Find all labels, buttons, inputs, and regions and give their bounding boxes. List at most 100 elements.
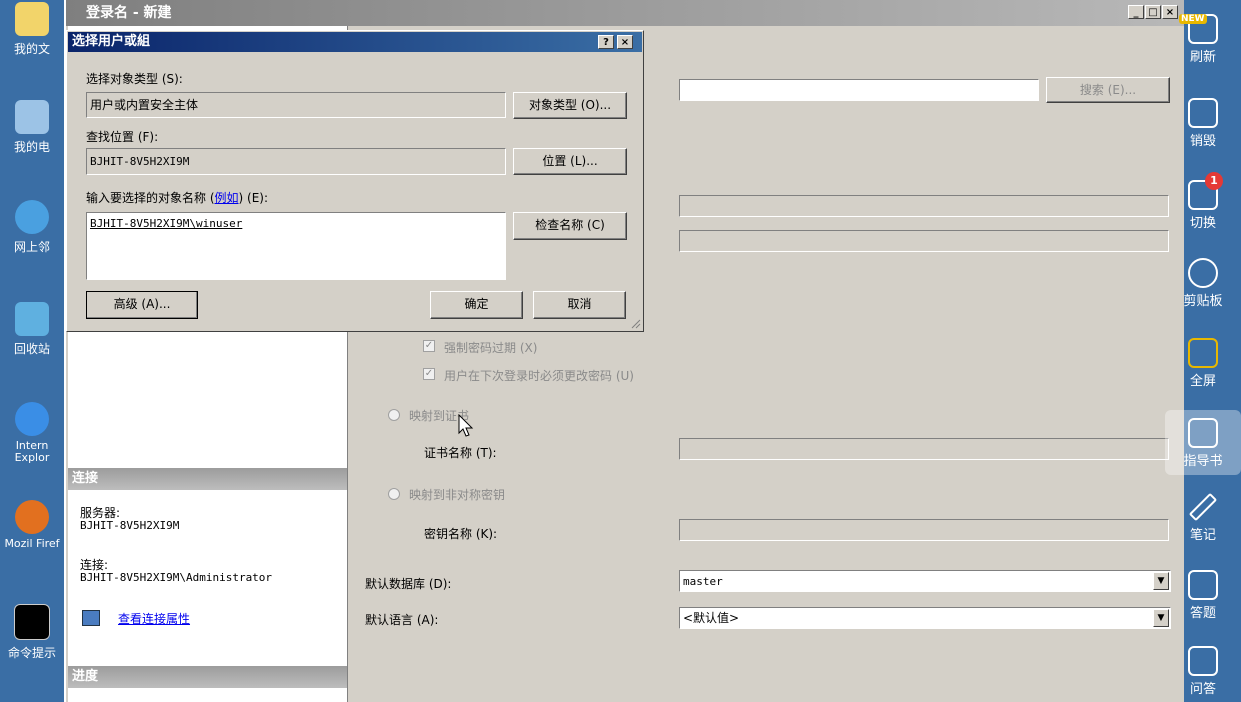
resize-grip-icon[interactable] xyxy=(629,317,641,329)
sidebar-item-notes[interactable]: 笔记 xyxy=(1165,492,1241,543)
certificate-name-label: 证书名称 (T): xyxy=(424,446,497,460)
window-title: 登录名 - 新建 xyxy=(86,5,172,21)
answer-icon xyxy=(1188,570,1218,600)
sidebar-item-label: 问答 xyxy=(1189,682,1216,697)
computer-icon xyxy=(15,100,49,134)
desktop-icon-label: Mozil Firef xyxy=(4,537,60,550)
sidebar-item-label: 刷新 xyxy=(1189,50,1216,65)
cancel-button[interactable]: 取消 xyxy=(533,291,626,319)
default-language-label: 默认语言 (A): xyxy=(365,613,439,627)
locations-button[interactable]: 位置 (L)... xyxy=(513,148,627,175)
desktop-icon-label: Intern Explor xyxy=(14,439,50,464)
folder-icon xyxy=(15,2,49,36)
book-icon xyxy=(1188,418,1218,448)
dialog-close-button[interactable]: × xyxy=(617,35,633,49)
desktop-icon-network[interactable]: 网上邻 xyxy=(0,200,64,255)
sidebar-item-guide[interactable]: 指导书 xyxy=(1165,410,1241,475)
progress-header: 进度 xyxy=(68,666,347,688)
desktop-icon-label: 网上邻 xyxy=(13,240,50,254)
desktop-icon-label: 回收站 xyxy=(13,342,50,356)
default-database-select[interactable]: master ▼ xyxy=(679,570,1171,592)
default-language-value: <默认值> xyxy=(683,611,740,625)
minimize-button[interactable]: _ xyxy=(1128,5,1144,19)
view-connection-properties-link[interactable]: 查看连接属性 xyxy=(118,610,190,627)
firefox-icon xyxy=(15,500,49,534)
dialog-title-bar[interactable]: 选择用户或組 ? × xyxy=(68,32,642,52)
password-field[interactable] xyxy=(679,195,1169,217)
new-badge: NEW xyxy=(1179,14,1207,24)
desktop-icon-label: 我的电 xyxy=(13,140,50,154)
object-type-field: 用户或内置安全主体 xyxy=(86,92,506,118)
check-names-button[interactable]: 检查名称 (C) xyxy=(513,212,627,240)
desktop-icon-label: 命令提示 xyxy=(7,646,56,660)
desktop-icon-ie[interactable]: Intern Explor xyxy=(0,402,64,464)
properties-icon xyxy=(82,610,100,626)
default-database-value: master xyxy=(683,575,723,588)
qa-icon xyxy=(1188,646,1218,676)
network-icon xyxy=(15,200,49,234)
advanced-button[interactable]: 高级 (A)... xyxy=(86,291,198,319)
mouse-cursor-icon xyxy=(458,414,474,437)
tool-sidebar: NEW 刷新 销毁 1 切换 剪贴板 全屏 指导书 笔记 答题 问答 xyxy=(1165,0,1241,702)
connection-value: BJHIT-8V5H2XI9M\Administrator xyxy=(80,571,273,584)
default-language-select[interactable]: <默认值> ▼ xyxy=(679,607,1171,629)
command-prompt-icon xyxy=(14,604,50,640)
confirm-password-field[interactable] xyxy=(679,230,1169,252)
key-name-field[interactable] xyxy=(679,519,1169,541)
location-field: BJHIT-8V5H2XI9M xyxy=(86,148,506,175)
sidebar-item-label: 答题 xyxy=(1189,606,1216,621)
map-asymmetric-key-label: 映射到非对称密钥 xyxy=(409,488,506,502)
login-name-input[interactable] xyxy=(679,79,1039,101)
sidebar-item-destroy[interactable]: 销毁 xyxy=(1165,98,1241,149)
sidebar-item-switch[interactable]: 1 切换 xyxy=(1165,172,1241,231)
sidebar-item-label: 剪贴板 xyxy=(1183,294,1223,309)
certificate-name-field[interactable] xyxy=(679,438,1169,460)
key-name-label: 密钥名称 (K): xyxy=(424,527,498,541)
maximize-button[interactable]: □ xyxy=(1145,5,1161,19)
examples-link[interactable]: 例如 xyxy=(215,191,239,205)
window-title-bar[interactable]: 登录名 - 新建 _ □ × xyxy=(66,0,1184,26)
connection-header: 连接 xyxy=(68,468,347,490)
search-button[interactable]: 搜索 (E)... xyxy=(1046,77,1170,103)
select-user-dialog: 选择用户或組 ? × 选择对象类型 (S): 用户或内置安全主体 对象类型 (O… xyxy=(66,30,644,332)
sidebar-item-fullscreen[interactable]: 全屏 xyxy=(1165,338,1241,389)
scissors-icon xyxy=(1188,258,1218,288)
fullscreen-icon xyxy=(1188,338,1218,368)
desktop-icon-label: 我的文 xyxy=(13,42,50,56)
sidebar-item-qa[interactable]: 问答 xyxy=(1165,646,1241,697)
object-names-value: BJHIT-8V5H2XI9M\winuser xyxy=(90,217,243,230)
notification-badge: 1 xyxy=(1205,172,1223,190)
object-types-button[interactable]: 对象类型 (O)... xyxy=(513,92,627,119)
dialog-title: 选择用户或組 xyxy=(72,34,151,49)
enforce-expiration-checkbox[interactable]: ✓ xyxy=(423,340,435,352)
map-certificate-radio[interactable] xyxy=(388,409,400,421)
object-names-textarea[interactable]: BJHIT-8V5H2XI9M\winuser xyxy=(86,212,506,280)
ok-button[interactable]: 确定 xyxy=(430,291,523,319)
desktop-icon-cmd[interactable]: 命令提示 xyxy=(0,604,64,661)
sidebar-item-label: 笔记 xyxy=(1189,528,1216,543)
sidebar-item-label: 指导书 xyxy=(1183,454,1223,469)
pencil-icon xyxy=(1188,492,1218,522)
desktop-icon-firefox[interactable]: Mozil Firef xyxy=(0,500,64,550)
must-change-checkbox[interactable]: ✓ xyxy=(423,368,435,380)
must-change-label: 用户在下次登录时必须更改密码 (U) xyxy=(444,369,634,383)
recycle-bin-icon xyxy=(15,302,49,336)
help-button[interactable]: ? xyxy=(598,35,614,49)
ie-icon xyxy=(15,402,49,436)
server-value: BJHIT-8V5H2XI9M xyxy=(80,519,180,532)
object-type-label: 选择对象类型 (S): xyxy=(86,72,183,86)
sidebar-item-clipboard[interactable]: 剪贴板 xyxy=(1165,258,1241,309)
default-database-label: 默认数据库 (D): xyxy=(365,577,452,591)
trash-icon xyxy=(1188,98,1218,128)
enter-names-suffix: ) (E): xyxy=(238,191,268,205)
enter-names-label: 输入要选择的对象名称 (例如) (E): xyxy=(86,189,268,206)
sidebar-item-refresh[interactable]: NEW 刷新 xyxy=(1165,14,1241,65)
desktop-icon-my-documents[interactable]: 我的文 xyxy=(0,2,64,57)
desktop-icon-recycle-bin[interactable]: 回收站 xyxy=(0,302,64,357)
sidebar-item-answer[interactable]: 答题 xyxy=(1165,570,1241,621)
enter-names-prefix: 输入要选择的对象名称 ( xyxy=(86,191,215,205)
desktop-icon-my-computer[interactable]: 我的电 xyxy=(0,100,64,155)
map-asymmetric-key-radio[interactable] xyxy=(388,488,400,500)
location-label: 查找位置 (F): xyxy=(86,130,159,144)
enforce-expiration-label: 强制密码过期 (X) xyxy=(444,341,538,355)
